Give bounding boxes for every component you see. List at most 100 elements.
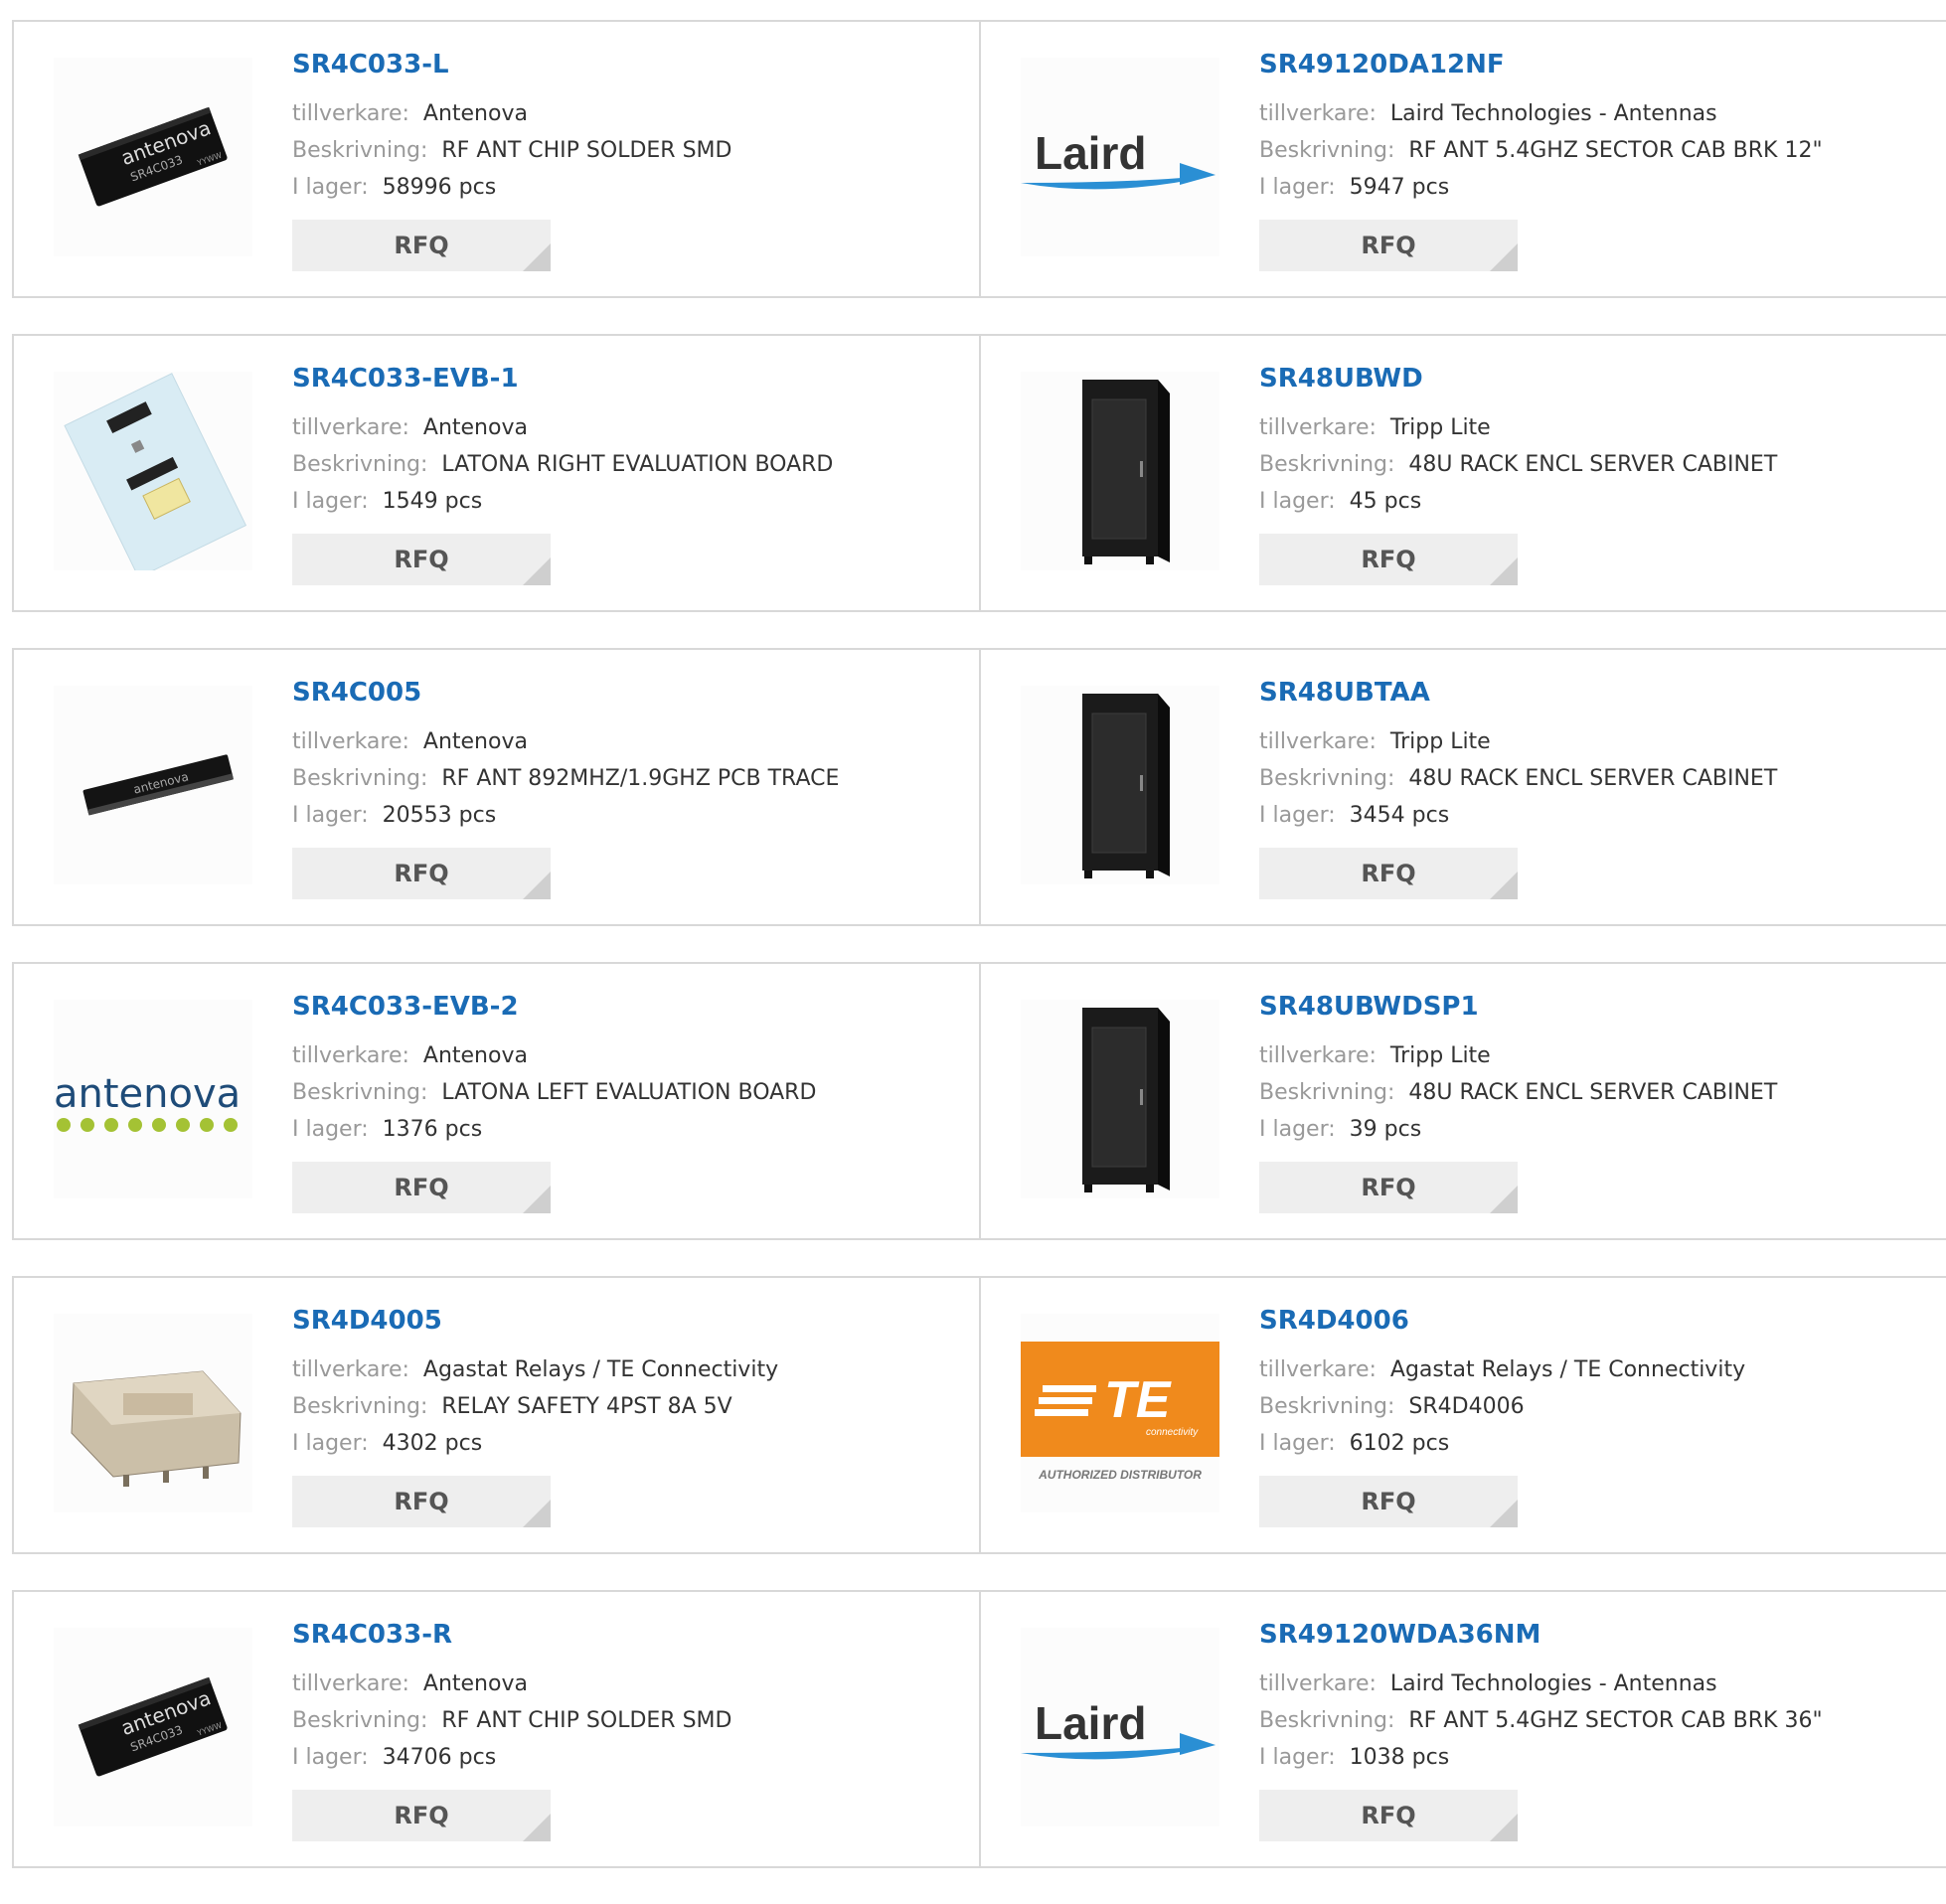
description-label: Beskrivning: — [292, 1394, 428, 1419]
product-grid: antenova SR4C033 YYWW SR4C033-L tillverk… — [12, 20, 1946, 1904]
rfq-button[interactable]: RFQ — [292, 220, 551, 271]
description-value: LATONA RIGHT EVALUATION BOARD — [441, 452, 834, 477]
stock-line: I lager: 20553 pcs — [292, 797, 839, 834]
stock-label: I lager: — [292, 1431, 369, 1456]
stock-value: 58996 pcs — [382, 175, 497, 200]
product-info: SR4C005 tillverkare: Antenova Beskrivning… — [292, 678, 839, 899]
product-info: SR4C033-R tillverkare: Antenova Beskrivni… — [292, 1620, 731, 1841]
rfq-button[interactable]: RFQ — [292, 1476, 551, 1527]
server-cabinet-image[interactable] — [1021, 1000, 1219, 1198]
part-number-link[interactable]: SR49120WDA36NM — [1259, 1620, 1823, 1650]
description-label: Beskrivning: — [292, 1708, 428, 1733]
product-info: SR4C033-EVB-2 tillverkare: Antenova Beskr… — [292, 992, 816, 1213]
description-value: 48U RACK ENCL SERVER CABINET — [1408, 766, 1778, 791]
part-number-link[interactable]: SR48UBWD — [1259, 364, 1777, 394]
corner-triangle-icon — [1490, 872, 1518, 899]
manufacturer-value: Antenova — [422, 1043, 528, 1068]
part-number-link[interactable]: SR4C033-EVB-1 — [292, 364, 833, 394]
antenova-logo[interactable]: antenova — [54, 1000, 252, 1198]
corner-triangle-icon — [523, 1186, 551, 1213]
pcb-antenna-image[interactable]: antenova — [54, 686, 252, 884]
rfq-button[interactable]: RFQ — [1259, 1476, 1518, 1527]
rfq-label: RFQ — [394, 1174, 449, 1201]
description-label: Beskrivning: — [1259, 452, 1395, 477]
product-row: SR4D4005 tillverkare: Agastat Relays / TE… — [12, 1276, 1946, 1554]
part-number-link[interactable]: SR48UBWDSP1 — [1259, 992, 1777, 1022]
stock-line: I lager: 1549 pcs — [292, 483, 833, 520]
part-number-link[interactable]: SR49120DA12NF — [1259, 50, 1823, 79]
part-number-link[interactable]: SR4C033-EVB-2 — [292, 992, 816, 1022]
description-label: Beskrivning: — [1259, 1708, 1395, 1733]
manufacturer-label: tillverkare: — [292, 101, 409, 126]
product-card: antenova SR4C033-EVB-2 tillverkare: Anten… — [14, 964, 979, 1238]
rfq-button[interactable]: RFQ — [1259, 1790, 1518, 1841]
description-line: Beskrivning: RF ANT CHIP SOLDER SMD — [292, 132, 731, 169]
part-number-link[interactable]: SR48UBTAA — [1259, 678, 1777, 708]
rfq-button[interactable]: RFQ — [292, 534, 551, 585]
description-line: Beskrivning: SR4D4006 — [1259, 1388, 1745, 1425]
rfq-button[interactable]: RFQ — [292, 1790, 551, 1841]
chip-antenna-image[interactable]: antenova SR4C033 YYWW — [54, 1628, 252, 1826]
part-number-link[interactable]: SR4C033-R — [292, 1620, 731, 1650]
manufacturer-line: tillverkare: Antenova — [292, 723, 839, 760]
description-label: Beskrivning: — [1259, 138, 1395, 163]
manufacturer-label: tillverkare: — [292, 1671, 409, 1696]
evaluation-board-image[interactable] — [54, 372, 252, 570]
manufacturer-line: tillverkare: Antenova — [292, 1037, 816, 1074]
rfq-label: RFQ — [1361, 232, 1416, 259]
rfq-button[interactable]: RFQ — [1259, 220, 1518, 271]
corner-triangle-icon — [523, 243, 551, 271]
manufacturer-label: tillverkare: — [292, 1043, 409, 1068]
rfq-label: RFQ — [394, 860, 449, 887]
stock-value: 1038 pcs — [1349, 1745, 1450, 1770]
corner-triangle-icon — [523, 1500, 551, 1527]
manufacturer-line: tillverkare: Antenova — [292, 95, 731, 132]
manufacturer-label: tillverkare: — [292, 1357, 409, 1382]
description-value: RELAY SAFETY 4PST 8A 5V — [441, 1394, 732, 1419]
description-line: Beskrivning: LATONA LEFT EVALUATION BOARD — [292, 1074, 816, 1111]
manufacturer-label: tillverkare: — [1259, 415, 1377, 440]
rfq-button[interactable]: RFQ — [1259, 848, 1518, 899]
te-logo[interactable]: TE connectivity AUTHORIZED DISTRIBUTOR — [1021, 1314, 1219, 1512]
manufacturer-value: Laird Technologies - Antennas — [1389, 101, 1717, 126]
corner-triangle-icon — [1490, 243, 1518, 271]
chip-antenna-image[interactable]: antenova SR4C033 YYWW — [54, 58, 252, 256]
description-label: Beskrivning: — [1259, 1394, 1395, 1419]
product-card: Laird SR49120DA12NF tillverkare: Laird Te… — [979, 22, 1946, 296]
description-line: Beskrivning: RF ANT 5.4GHZ SECTOR CAB BRK… — [1259, 1702, 1823, 1739]
description-label: Beskrivning: — [292, 452, 428, 477]
description-label: Beskrivning: — [292, 766, 428, 791]
stock-line: I lager: 1376 pcs — [292, 1111, 816, 1148]
manufacturer-value: Antenova — [422, 1671, 528, 1696]
rfq-label: RFQ — [1361, 1488, 1416, 1515]
part-number-link[interactable]: SR4C033-L — [292, 50, 731, 79]
manufacturer-line: tillverkare: Laird Technologies - Antenna… — [1259, 95, 1823, 132]
server-cabinet-image[interactable] — [1021, 686, 1219, 884]
stock-line: I lager: 1038 pcs — [1259, 1739, 1823, 1776]
laird-logo[interactable]: Laird — [1021, 58, 1219, 256]
relay-image[interactable] — [54, 1314, 252, 1512]
rfq-button[interactable]: RFQ — [1259, 1162, 1518, 1213]
rfq-button[interactable]: RFQ — [292, 1162, 551, 1213]
product-info: SR4D4006 tillverkare: Agastat Relays / TE… — [1259, 1306, 1745, 1527]
rfq-button[interactable]: RFQ — [1259, 534, 1518, 585]
product-info: SR49120WDA36NM tillverkare: Laird Technol… — [1259, 1620, 1823, 1841]
description-line: Beskrivning: RF ANT 892MHZ/1.9GHZ PCB TRA… — [292, 760, 839, 797]
rfq-button[interactable]: RFQ — [292, 848, 551, 899]
laird-logo[interactable]: Laird — [1021, 1628, 1219, 1826]
corner-triangle-icon — [1490, 557, 1518, 585]
part-number-link[interactable]: SR4D4006 — [1259, 1306, 1745, 1336]
server-cabinet-image[interactable] — [1021, 372, 1219, 570]
manufacturer-line: tillverkare: Tripp Lite — [1259, 1037, 1777, 1074]
part-number-link[interactable]: SR4C005 — [292, 678, 839, 708]
manufacturer-value: Agastat Relays / TE Connectivity — [422, 1357, 779, 1382]
manufacturer-line: tillverkare: Tripp Lite — [1259, 409, 1777, 446]
stock-line: I lager: 58996 pcs — [292, 169, 731, 206]
part-number-link[interactable]: SR4D4005 — [292, 1306, 778, 1336]
manufacturer-line: tillverkare: Antenova — [292, 1666, 731, 1702]
description-value: LATONA LEFT EVALUATION BOARD — [441, 1080, 817, 1105]
manufacturer-label: tillverkare: — [1259, 1671, 1377, 1696]
description-value: RF ANT 5.4GHZ SECTOR CAB BRK 12" — [1408, 138, 1823, 163]
stock-value: 5947 pcs — [1349, 175, 1450, 200]
product-card: antenova SR4C033 YYWW SR4C033-L tillverk… — [14, 22, 979, 296]
